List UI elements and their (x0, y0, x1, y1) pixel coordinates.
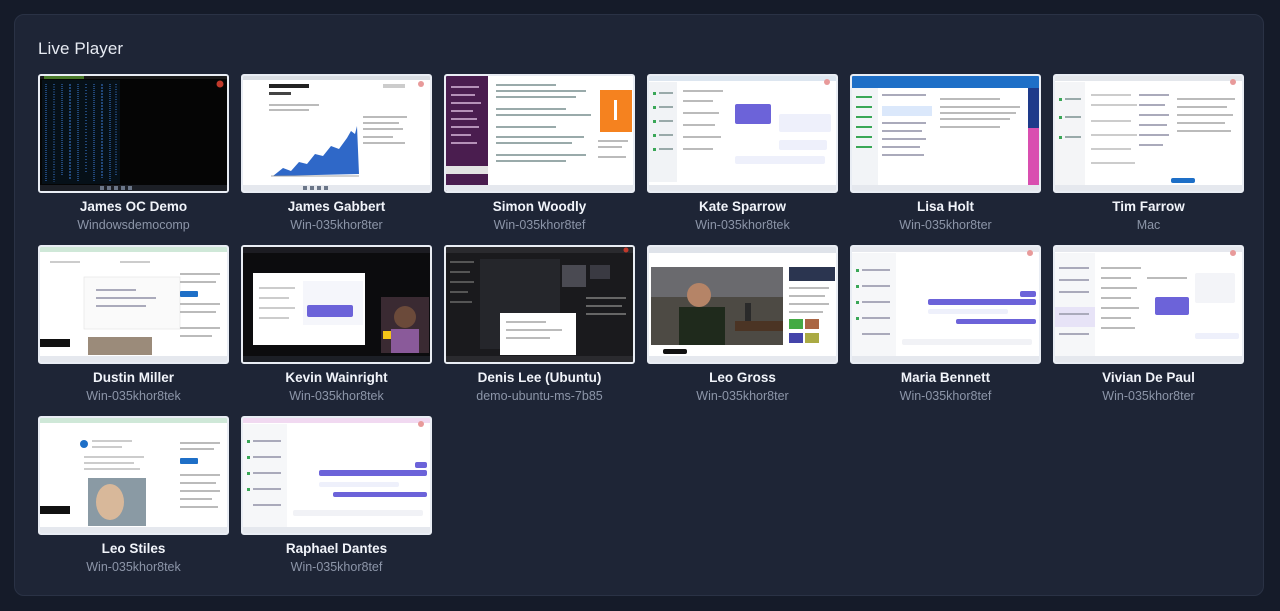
session-host-name: Win-035khor8tef (290, 560, 383, 574)
session-user-name: Simon Woodly (492, 199, 587, 214)
session-user-name: James Gabbert (287, 199, 386, 214)
session-user-name: Leo Stiles (101, 541, 166, 556)
session-tile[interactable]: James OC Demo Windowsdemocomp (38, 74, 229, 232)
session-host-name: demo-ubuntu-ms-7b85 (476, 389, 603, 403)
session-thumbnail[interactable] (38, 74, 229, 193)
panel-title: Live Player (38, 39, 124, 58)
session-thumbnail[interactable] (1053, 74, 1244, 193)
session-tile[interactable]: Kevin Wainright Win-035khor8tek (241, 245, 432, 403)
session-host-name: Win-035khor8tef (899, 389, 992, 403)
session-user-name: Denis Lee (Ubuntu) (477, 370, 602, 385)
session-host-name: Win-035khor8tek (289, 389, 384, 403)
session-user-name: Leo Gross (709, 370, 776, 385)
session-thumbnail[interactable] (1053, 245, 1244, 364)
session-tile[interactable]: Vivian De Paul Win-035khor8ter (1053, 245, 1244, 403)
session-tile[interactable]: Kate Sparrow Win-035khor8tek (647, 74, 838, 232)
session-tile[interactable]: Lisa Holt Win-035khor8ter (850, 74, 1041, 232)
session-tile[interactable]: Leo Gross Win-035khor8ter (647, 245, 838, 403)
session-grid: James OC Demo Windowsdemocomp James Gabb… (38, 74, 1244, 574)
session-tile[interactable]: Leo Stiles Win-035khor8tek (38, 416, 229, 574)
session-host-name: Windowsdemocomp (77, 218, 190, 232)
session-host-name: Mac (1136, 218, 1161, 232)
session-user-name: Kate Sparrow (698, 199, 787, 214)
session-user-name: Vivian De Paul (1102, 370, 1195, 385)
session-tile[interactable]: Denis Lee (Ubuntu) demo-ubuntu-ms-7b85 (444, 245, 635, 403)
session-tile[interactable]: Maria Bennett Win-035khor8tef (850, 245, 1041, 403)
session-tile[interactable]: Dustin Miller Win-035khor8tek (38, 245, 229, 403)
session-host-name: Win-035khor8ter (290, 218, 383, 232)
session-thumbnail[interactable] (647, 74, 838, 193)
session-host-name: Win-035khor8tek (695, 218, 790, 232)
session-tile[interactable]: Tim Farrow Mac (1053, 74, 1244, 232)
session-thumbnail[interactable] (241, 245, 432, 364)
session-thumbnail[interactable] (444, 245, 635, 364)
session-user-name: Dustin Miller (92, 370, 174, 385)
session-tile[interactable]: James Gabbert Win-035khor8ter (241, 74, 432, 232)
session-host-name: Win-035khor8tef (493, 218, 586, 232)
session-tile[interactable]: Raphael Dantes Win-035khor8tef (241, 416, 432, 574)
session-host-name: Win-035khor8tek (86, 560, 181, 574)
session-user-name: Raphael Dantes (285, 541, 388, 556)
session-host-name: Win-035khor8ter (899, 218, 992, 232)
session-thumbnail[interactable] (850, 245, 1041, 364)
session-thumbnail[interactable] (38, 245, 229, 364)
session-user-name: Lisa Holt (916, 199, 974, 214)
session-host-name: Win-035khor8ter (1102, 389, 1195, 403)
session-user-name: Tim Farrow (1112, 199, 1185, 214)
session-user-name: Maria Bennett (900, 370, 991, 385)
session-user-name: James OC Demo (79, 199, 188, 214)
session-thumbnail[interactable] (647, 245, 838, 364)
live-player-panel: Live Player James OC Demo Windowsdemocom… (14, 14, 1264, 596)
session-thumbnail[interactable] (850, 74, 1041, 193)
session-thumbnail[interactable] (241, 74, 432, 193)
session-tile[interactable]: Simon Woodly Win-035khor8tef (444, 74, 635, 232)
session-thumbnail[interactable] (241, 416, 432, 535)
session-thumbnail[interactable] (38, 416, 229, 535)
session-user-name: Kevin Wainright (285, 370, 388, 385)
session-thumbnail[interactable] (444, 74, 635, 193)
session-host-name: Win-035khor8tek (86, 389, 181, 403)
session-host-name: Win-035khor8ter (696, 389, 789, 403)
